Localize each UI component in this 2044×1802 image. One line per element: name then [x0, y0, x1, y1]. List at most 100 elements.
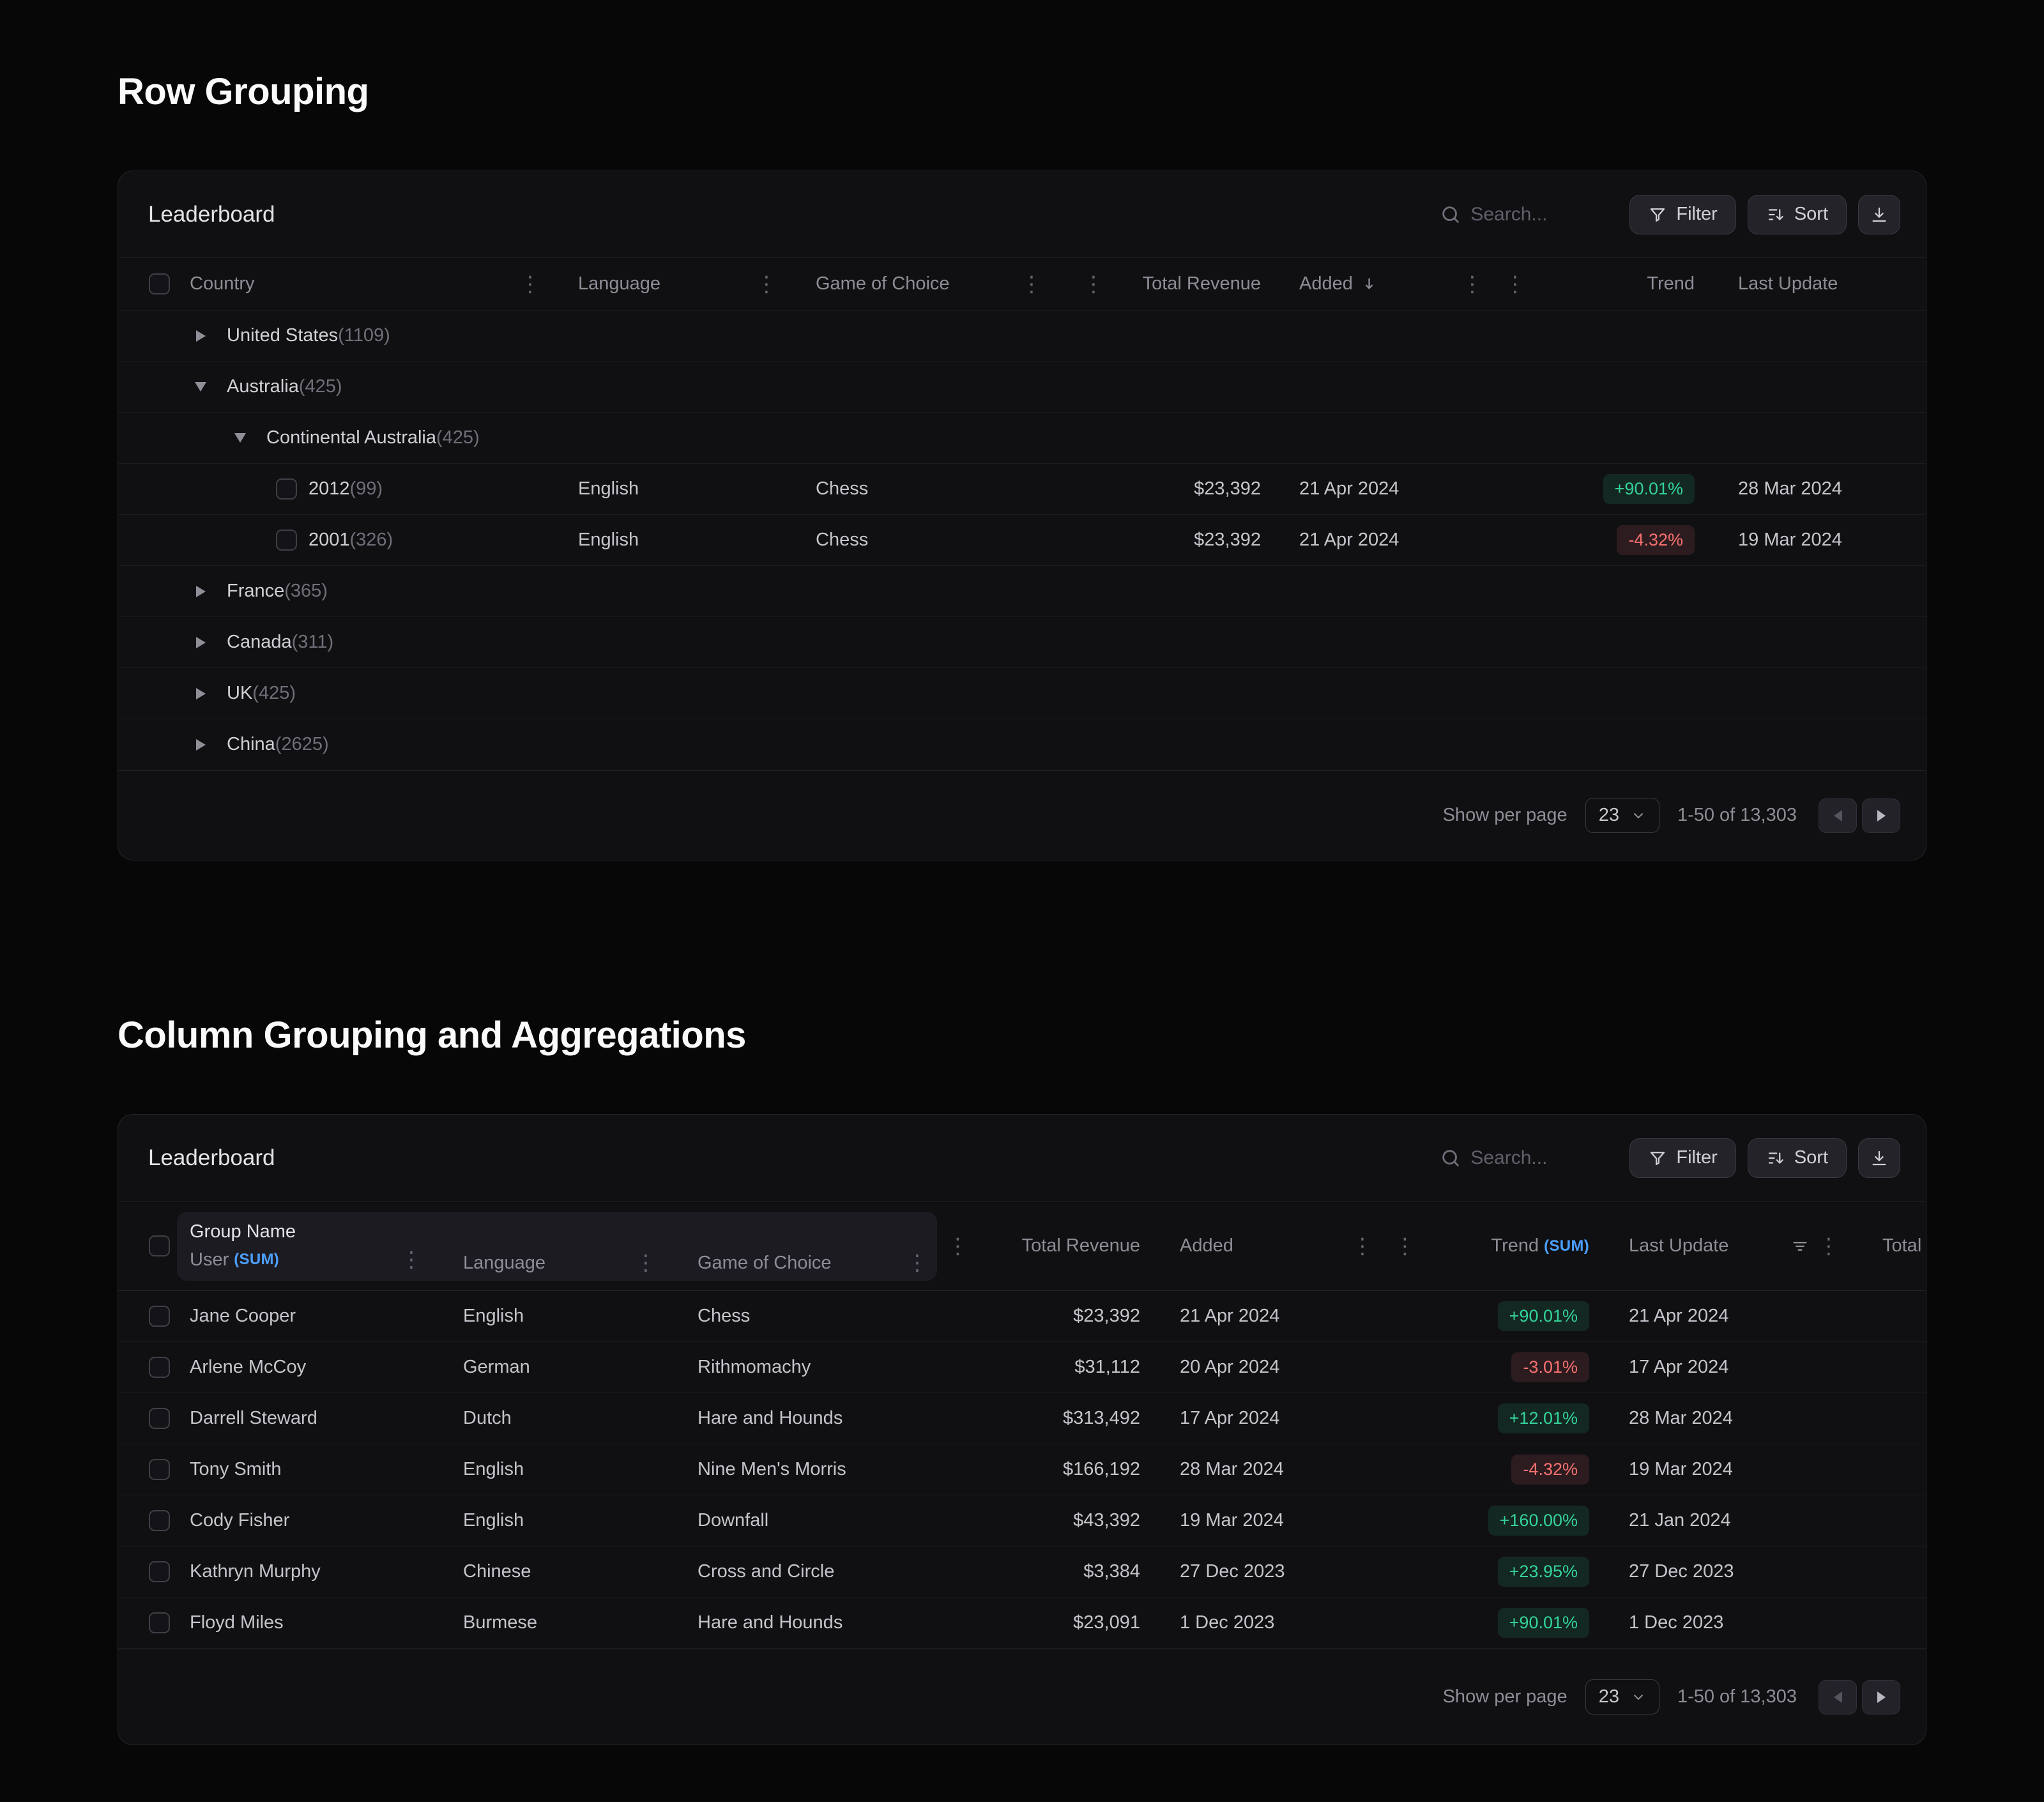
kebab-menu-icon[interactable]: ⋮: [1083, 273, 1104, 295]
column-header-added[interactable]: Added ⋮: [1148, 1202, 1382, 1290]
table-row[interactable]: China(2625): [118, 719, 1926, 770]
table-row[interactable]: Australia(425): [118, 362, 1926, 413]
kebab-menu-icon[interactable]: ⋮: [1504, 273, 1526, 295]
column-header-language[interactable]: Language ⋮: [567, 258, 803, 310]
row-checkbox[interactable]: [149, 1612, 170, 1633]
next-page-button[interactable]: [1862, 798, 1900, 833]
column-header-game[interactable]: Game of Choice ⋮: [666, 1202, 937, 1290]
filter-button-label: Filter: [1676, 1147, 1717, 1168]
column-header-added[interactable]: Added ⋮: [1279, 258, 1490, 310]
select-all-checkbox[interactable]: [149, 1235, 170, 1256]
row-checkbox[interactable]: [149, 1459, 170, 1480]
table-row[interactable]: Arlene McCoy German Rithmomachy $31,112 …: [118, 1342, 1926, 1393]
expand-caret-icon[interactable]: [194, 738, 208, 752]
page-size-select[interactable]: 23: [1585, 1679, 1659, 1714]
sort-button-label: Sort: [1794, 204, 1828, 225]
page-size-select[interactable]: 23: [1585, 798, 1659, 833]
row-checkbox[interactable]: [149, 1408, 170, 1429]
row-checkbox[interactable]: [149, 1357, 170, 1378]
sort-button-label: Sort: [1794, 1147, 1828, 1168]
row-checkbox[interactable]: [149, 1306, 170, 1327]
search-box[interactable]: [1440, 204, 1608, 225]
cell-user: Tony Smith: [177, 1444, 431, 1495]
table-row[interactable]: Floyd Miles Burmese Hare and Hounds $23,…: [118, 1598, 1926, 1649]
expand-caret-icon[interactable]: [194, 329, 208, 343]
filter-button[interactable]: Filter: [1629, 195, 1735, 234]
row-checkbox[interactable]: [276, 530, 297, 551]
prev-page-button[interactable]: [1819, 1680, 1857, 1714]
row-checkbox[interactable]: [149, 1510, 170, 1531]
kebab-menu-icon[interactable]: ⋮: [1394, 1235, 1416, 1257]
column-header-last-update[interactable]: Last Update ⋮: [1597, 1202, 1851, 1290]
column-header-last-update[interactable]: Last Update: [1697, 258, 1926, 310]
column-header-total[interactable]: Total: [1851, 1202, 1926, 1290]
cell-game: Chess: [666, 1291, 937, 1341]
table-row[interactable]: Continental Australia(425): [118, 413, 1926, 464]
expand-caret-icon[interactable]: [194, 687, 208, 701]
table-row[interactable]: 2001(326) English Chess $23,392 21 Apr 2…: [118, 515, 1926, 566]
column-header-revenue[interactable]: Total Revenue: [1119, 258, 1279, 310]
row-checkbox[interactable]: [149, 1561, 170, 1582]
table-row[interactable]: Darrell Steward Dutch Hare and Hounds $3…: [118, 1393, 1926, 1444]
column-label: Total Revenue: [1143, 273, 1261, 294]
column-header-trend[interactable]: Trend: [1541, 258, 1697, 310]
download-button[interactable]: [1858, 195, 1900, 234]
cell-added: 21 Apr 2024: [1279, 515, 1490, 565]
aggregation-badge: (SUM): [234, 1251, 279, 1269]
table-row[interactable]: Kathryn Murphy Chinese Cross and Circle …: [118, 1546, 1926, 1598]
column-header-revenue[interactable]: Total Revenue: [979, 1202, 1148, 1290]
column-header-language[interactable]: Language ⋮: [431, 1202, 666, 1290]
next-page-button[interactable]: [1862, 1680, 1900, 1714]
collapse-caret-icon[interactable]: [194, 380, 208, 394]
kebab-menu-icon[interactable]: ⋮: [635, 1252, 657, 1274]
chevron-down-icon: [1631, 1690, 1646, 1705]
table-row[interactable]: France(365): [118, 566, 1926, 617]
table-row[interactable]: 2012(99) English Chess $23,392 21 Apr 20…: [118, 464, 1926, 515]
table-title: Leaderboard: [148, 1145, 275, 1171]
kebab-menu-icon[interactable]: ⋮: [906, 1252, 928, 1274]
filter-lines-icon[interactable]: [1791, 1237, 1809, 1255]
cell-added: 21 Apr 2024: [1148, 1291, 1382, 1341]
pagination-range: 1-50 of 13,303: [1677, 805, 1797, 826]
search-icon: [1440, 204, 1461, 225]
column-label: Last Update: [1738, 273, 1838, 294]
table-row[interactable]: Jane Cooper English Chess $23,392 21 Apr…: [118, 1291, 1926, 1342]
download-button[interactable]: [1858, 1138, 1900, 1178]
cell-revenue: $31,112: [979, 1342, 1148, 1393]
select-all-checkbox[interactable]: [149, 273, 170, 294]
sort-arrow-down-icon: [1361, 275, 1378, 293]
kebab-menu-icon[interactable]: ⋮: [756, 273, 777, 295]
collapse-caret-icon[interactable]: [233, 431, 247, 445]
kebab-menu-icon[interactable]: ⋮: [1461, 273, 1483, 295]
sort-button[interactable]: Sort: [1748, 195, 1847, 234]
search-input[interactable]: [1470, 1147, 1608, 1169]
filter-button[interactable]: Filter: [1629, 1138, 1735, 1178]
kebab-menu-icon[interactable]: ⋮: [400, 1249, 422, 1271]
trend-badge: -4.32%: [1617, 525, 1695, 555]
kebab-menu-icon[interactable]: ⋮: [1352, 1235, 1373, 1257]
search-box[interactable]: [1440, 1147, 1608, 1169]
search-input[interactable]: [1470, 204, 1608, 225]
prev-page-button[interactable]: [1819, 798, 1857, 833]
cell-added: 1 Dec 2023: [1148, 1598, 1382, 1648]
sort-button[interactable]: Sort: [1748, 1138, 1847, 1178]
column-header-user[interactable]: Group Name User (SUM) ⋮: [177, 1202, 431, 1290]
table-row[interactable]: Canada(311): [118, 617, 1926, 668]
kebab-menu-icon[interactable]: ⋮: [1818, 1235, 1840, 1257]
column-header-game[interactable]: Game of Choice ⋮: [803, 258, 1068, 310]
table-row[interactable]: UK(425): [118, 668, 1926, 719]
column-header-trend[interactable]: Trend (SUM): [1428, 1202, 1597, 1290]
table-row[interactable]: United States(1109): [118, 310, 1926, 362]
kebab-menu-icon[interactable]: ⋮: [947, 1235, 969, 1257]
row-checkbox[interactable]: [276, 478, 297, 500]
column-header-country[interactable]: Country ⋮: [190, 258, 567, 310]
expand-caret-icon[interactable]: [194, 584, 208, 599]
cell-added: 19 Mar 2024: [1148, 1495, 1382, 1546]
table-row[interactable]: Tony Smith English Nine Men's Morris $16…: [118, 1444, 1926, 1495]
table-row[interactable]: Cody Fisher English Downfall $43,392 19 …: [118, 1495, 1926, 1546]
cell-user: Darrell Steward: [177, 1393, 431, 1444]
kebab-menu-icon[interactable]: ⋮: [1021, 273, 1042, 295]
expand-caret-icon[interactable]: [194, 636, 208, 650]
pagination-range: 1-50 of 13,303: [1677, 1686, 1797, 1707]
kebab-menu-icon[interactable]: ⋮: [519, 273, 541, 295]
